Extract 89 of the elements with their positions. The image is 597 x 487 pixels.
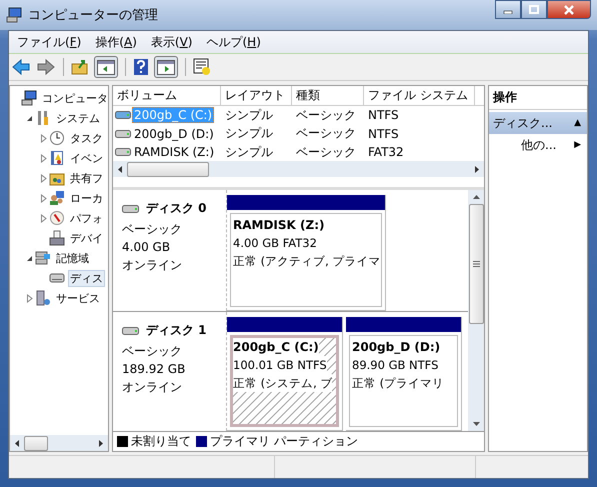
disk-name: ディスク 1 bbox=[146, 322, 207, 339]
legend-label: プライマリ パーティション bbox=[210, 433, 358, 450]
menu-item[interactable]: 操作(A) bbox=[95, 34, 137, 50]
table-cell: NTFS bbox=[368, 126, 399, 141]
menu-item[interactable]: ヘルプ(H) bbox=[206, 34, 261, 50]
vertical-scrollbar[interactable] bbox=[468, 190, 484, 431]
computer-icon bbox=[21, 90, 37, 106]
menu-item[interactable]: 表示(V) bbox=[150, 34, 192, 50]
table-row[interactable]: RAMDISK (Z:) bbox=[132, 144, 216, 160]
disk-name: ディスク 0 bbox=[146, 200, 207, 217]
volume-icon bbox=[115, 147, 131, 158]
action-item[interactable]: 他の... ▶ bbox=[489, 134, 587, 156]
services-icon bbox=[35, 290, 51, 306]
disk-type: ベーシック bbox=[122, 221, 183, 238]
window-title: コンピューターの管理 bbox=[28, 7, 158, 24]
gauge-icon bbox=[49, 210, 65, 226]
partition-size: 100.01 GB NTFS bbox=[233, 356, 327, 374]
table-cell: シンプル bbox=[225, 106, 273, 124]
tree-item[interactable]: イベン bbox=[68, 150, 105, 166]
disk-size: 189.92 GB bbox=[122, 361, 186, 378]
table-cell: ベーシック bbox=[296, 144, 356, 161]
computer-icon bbox=[6, 7, 22, 23]
disk-size: 4.00 GB bbox=[122, 239, 172, 256]
close-button[interactable] bbox=[547, 0, 591, 19]
table-cell: ベーシック bbox=[296, 125, 356, 142]
pane-heading: 操作 bbox=[489, 86, 587, 110]
storage-icon bbox=[35, 250, 51, 266]
expanded-triangle-icon[interactable] bbox=[25, 114, 34, 122]
action-item[interactable]: ディスク... ▲ bbox=[489, 112, 587, 134]
tree-item[interactable]: コンピュータ bbox=[40, 90, 108, 106]
partition-block[interactable]: 200gb_D (D:) 89.90 GB NTFS 正常 (プライマリ bbox=[349, 335, 458, 427]
partition-block[interactable]: 200gb_C (C:) 100.01 GB NTFS 正常 (システム, ブ bbox=[230, 335, 339, 427]
help-icon[interactable] bbox=[133, 58, 149, 76]
back-arrow-icon[interactable] bbox=[11, 58, 31, 76]
volume-icon bbox=[115, 110, 131, 120]
folder-up-icon[interactable] bbox=[71, 58, 89, 76]
forward-arrow-icon[interactable] bbox=[36, 58, 56, 76]
properties-icon[interactable] bbox=[193, 58, 211, 76]
maximize-icon bbox=[529, 5, 539, 14]
table-row[interactable]: 200gb_D (D:) bbox=[132, 126, 216, 142]
horizontal-scrollbar[interactable] bbox=[10, 435, 108, 451]
table-cell: FAT32 bbox=[368, 145, 404, 160]
partition-name: 200gb_C (C:) bbox=[233, 338, 319, 356]
table-cell: シンプル bbox=[225, 125, 273, 142]
expanded-triangle-icon[interactable] bbox=[25, 254, 34, 262]
menu-item[interactable]: ファイル(F) bbox=[17, 34, 82, 50]
disk-type: ベーシック bbox=[122, 343, 183, 360]
disk-status: オンライン bbox=[122, 257, 183, 274]
collapsed-triangle-icon[interactable] bbox=[39, 154, 48, 162]
partition-status: 正常 (システム, ブ bbox=[233, 374, 332, 392]
tree-item[interactable]: サービス bbox=[54, 290, 102, 306]
collapsed-triangle-icon[interactable] bbox=[39, 174, 48, 182]
tree-item[interactable]: デバイ bbox=[68, 230, 105, 246]
tree-item[interactable]: システム bbox=[54, 110, 102, 126]
collapsed-triangle-icon[interactable] bbox=[39, 134, 48, 142]
tree-item[interactable]: ローカ bbox=[68, 190, 105, 206]
pane-icon bbox=[97, 60, 115, 74]
disk-status: オンライン bbox=[122, 379, 183, 396]
column-header[interactable]: ボリューム bbox=[113, 86, 221, 105]
volume-icon bbox=[115, 128, 131, 139]
collapsed-triangle-icon[interactable] bbox=[25, 294, 34, 302]
column-header[interactable]: ファイル システム bbox=[364, 86, 475, 105]
tree-item[interactable]: パフォ bbox=[68, 210, 105, 226]
close-icon bbox=[564, 4, 574, 14]
minimize-button[interactable] bbox=[495, 0, 521, 19]
tree-item[interactable]: ディス bbox=[68, 270, 105, 286]
table-cell: シンプル bbox=[225, 144, 273, 161]
tree-item[interactable]: 共有フ bbox=[68, 170, 105, 186]
log-book-icon bbox=[49, 150, 65, 166]
table-cell: ベーシック bbox=[296, 106, 356, 124]
column-header[interactable]: レイアウト bbox=[221, 86, 292, 105]
tree-item[interactable]: 記憶域 bbox=[54, 250, 91, 266]
show-tree-button[interactable] bbox=[94, 56, 118, 78]
collapsed-triangle-icon[interactable] bbox=[39, 214, 48, 222]
pane-icon bbox=[157, 60, 175, 74]
legend-label: 未割り当て bbox=[131, 433, 191, 450]
partition-block[interactable]: RAMDISK (Z:) 4.00 GB FAT32 正常 (アクティブ, プライマ bbox=[230, 213, 382, 307]
tools-icon bbox=[35, 110, 51, 126]
column-header[interactable]: 種類 bbox=[292, 86, 364, 105]
users-icon bbox=[49, 190, 65, 206]
maximize-button[interactable] bbox=[521, 0, 547, 19]
collapsed-triangle-icon[interactable] bbox=[39, 194, 48, 202]
clock-icon bbox=[49, 130, 65, 146]
grip-icon bbox=[472, 261, 480, 267]
device-icon bbox=[49, 230, 65, 246]
horizontal-scrollbar[interactable] bbox=[113, 161, 484, 178]
table-cell: NTFS bbox=[368, 108, 399, 122]
tree-item[interactable]: タスク bbox=[68, 130, 105, 146]
show-action-pane-button[interactable] bbox=[154, 56, 178, 78]
